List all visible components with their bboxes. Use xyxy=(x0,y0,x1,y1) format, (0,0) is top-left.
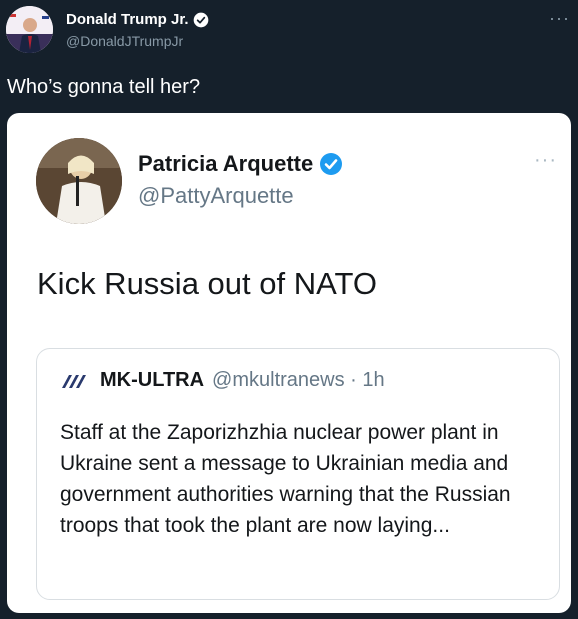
author-handle[interactable]: @DonaldJTrumpJr xyxy=(66,33,183,49)
author-name-text[interactable]: Donald Trump Jr. xyxy=(66,11,189,28)
quoted-tweet-text: Staff at the Zaporizhzhia nuclear power … xyxy=(60,421,511,537)
author-avatar[interactable] xyxy=(6,6,53,53)
embedded-author-name-text: Patricia Arquette xyxy=(138,151,314,176)
embedded-more-icon: ··· xyxy=(534,149,557,171)
embedded-author-avatar xyxy=(36,138,122,224)
verified-badge-icon xyxy=(193,12,208,27)
quoted-author-name: MK-ULTRA xyxy=(100,369,205,391)
embedded-tweet-text: Kick Russia out of NATO xyxy=(37,266,377,301)
verified-badge-icon xyxy=(320,153,343,175)
author-name[interactable]: Donald Trump Jr. xyxy=(66,11,209,28)
tweet-text: Who’s gonna tell her? xyxy=(7,76,201,98)
embedded-author-handle: @PattyArquette xyxy=(138,183,294,208)
quoted-author-handle: @mkultranews · 1h xyxy=(212,369,385,391)
embedded-tweet-screenshot[interactable]: Patricia Arquette @PattyArquette ··· Kic… xyxy=(7,113,571,613)
embedded-author-name: Patricia Arquette xyxy=(138,151,343,177)
more-icon[interactable]: ··· xyxy=(549,8,570,29)
mk-ultra-logo-icon xyxy=(62,374,86,388)
quoted-tweet: MK-ULTRA @mkultranews · 1h Staff at the … xyxy=(36,348,560,600)
